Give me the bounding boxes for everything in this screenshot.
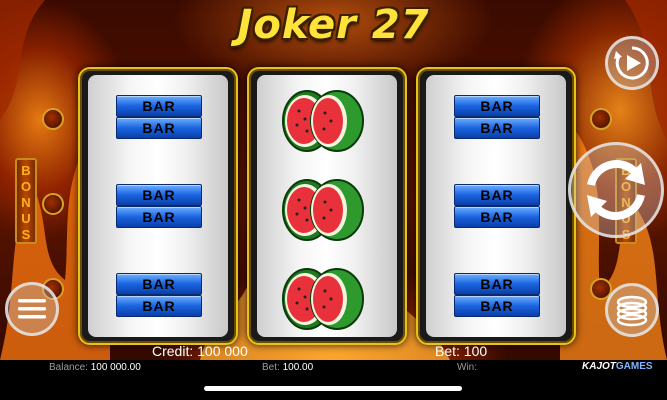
bonus-text-left: BONUS [20, 163, 32, 242]
payline-peg [590, 108, 612, 130]
symbol-bar: BAR BAR [88, 95, 228, 175]
footer-win: Win: [457, 362, 477, 373]
bar-symbol: BAR [454, 273, 540, 295]
payline-peg [42, 193, 64, 215]
reel-window [257, 75, 397, 337]
footer-bet-label: Bet: [262, 362, 280, 373]
watermelon-icon [310, 179, 364, 241]
symbol-watermelon [257, 261, 397, 341]
symbol-bar: BAR BAR [426, 273, 566, 353]
reel-window: BAR BAR BAR BAR BAR BAR [88, 75, 228, 337]
payline-peg [42, 108, 64, 130]
symbol-bar: BAR BAR [426, 95, 566, 175]
credit-display: Credit: 100 000 [152, 343, 248, 359]
spin-button[interactable] [568, 142, 664, 238]
game-title: Joker 27 [237, 2, 430, 48]
reel-right: BAR BAR BAR BAR BAR BAR [416, 67, 576, 345]
bet-label: Bet: [435, 343, 460, 359]
bar-symbol: BAR [116, 273, 202, 295]
reel-middle [247, 67, 407, 345]
reel-window: BAR BAR BAR BAR BAR BAR [426, 75, 566, 337]
autoplay-button[interactable] [605, 36, 659, 90]
spin-arrows-icon [587, 160, 645, 220]
home-indicator[interactable] [204, 386, 462, 391]
coin-stack-icon [616, 295, 648, 327]
bar-symbol: BAR [116, 295, 202, 317]
symbol-bar: BAR BAR [88, 273, 228, 353]
kajot-games-logo: KAJOTGAMES [582, 361, 653, 372]
bar-symbol: BAR [116, 95, 202, 117]
bar-symbol: BAR [454, 184, 540, 206]
game-stage: Joker 27 BONUS BONUS BAR BAR BAR BAR BAR… [0, 0, 667, 400]
symbol-watermelon [257, 172, 397, 252]
watermelon-icon [310, 90, 364, 152]
win-label: Win: [457, 362, 477, 373]
credit-label: Credit: [152, 343, 194, 359]
play-circle-icon [614, 46, 649, 80]
bet-value: 100 [463, 343, 488, 359]
bar-symbol: BAR [454, 206, 540, 228]
footer-bet: Bet: 100.00 [262, 362, 313, 373]
bet-button[interactable] [605, 283, 659, 337]
bar-symbol: BAR [116, 117, 202, 139]
credit-value: 100 000 [197, 343, 248, 359]
watermelon-icon [310, 268, 364, 330]
bar-symbol: BAR [116, 184, 202, 206]
symbol-watermelon [257, 83, 397, 163]
reel-left: BAR BAR BAR BAR BAR BAR [78, 67, 238, 345]
footer-bet-value: 100.00 [282, 362, 314, 373]
bet-display: Bet: 100 [435, 343, 487, 359]
bonus-label-left: BONUS [15, 158, 37, 244]
bar-symbol: BAR [454, 117, 540, 139]
balance-value: 100 000.00 [90, 362, 141, 373]
footer-balance: Balance: 100 000.00 [49, 362, 141, 373]
brand-sub: GAMES [615, 361, 653, 372]
menu-button[interactable] [5, 282, 59, 336]
symbol-bar: BAR BAR [88, 184, 228, 264]
hamburger-menu-icon [18, 299, 46, 319]
bar-symbol: BAR [454, 95, 540, 117]
symbol-bar: BAR BAR [426, 184, 566, 264]
bar-symbol: BAR [116, 206, 202, 228]
balance-label: Balance: [49, 362, 88, 373]
brand-main: KAJOT [582, 361, 616, 372]
bar-symbol: BAR [454, 295, 540, 317]
